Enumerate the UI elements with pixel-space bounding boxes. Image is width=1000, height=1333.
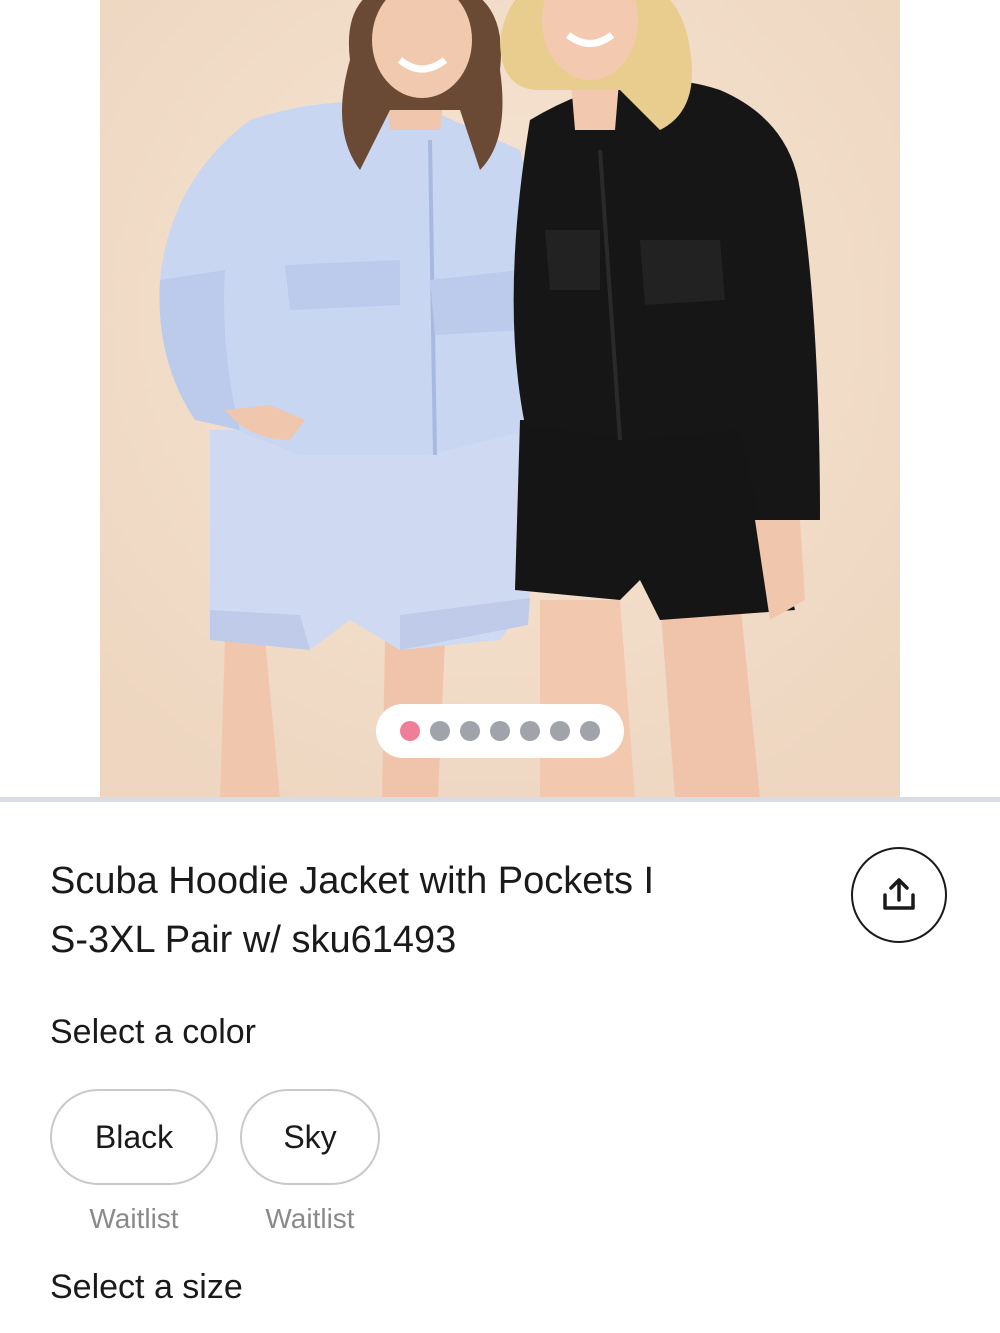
carousel-dot[interactable] [460,721,480,741]
color-option-sky[interactable]: Sky [240,1089,380,1185]
size-selector-label: Select a size [50,1268,243,1306]
product-title-line-2: S-3XL Pair w/ sku61493 [50,919,457,961]
carousel-dot[interactable] [490,721,510,741]
share-button[interactable] [851,847,947,943]
product-title-line-1: Scuba Hoodie Jacket with Pockets I [50,860,655,902]
color-selector-label: Select a color [50,1013,256,1051]
product-gallery[interactable] [0,0,1000,798]
product-photo-illustration [100,0,900,798]
carousel-dot[interactable] [550,721,570,741]
section-divider [0,797,1000,802]
carousel-dot[interactable] [580,721,600,741]
color-option-sky-status: Waitlist [265,1203,355,1234]
carousel-dot[interactable] [430,721,450,741]
share-upload-icon [883,878,915,910]
carousel-dot-active[interactable] [400,721,420,741]
color-option-black-status: Waitlist [89,1203,179,1234]
carousel-dot[interactable] [520,721,540,741]
product-image[interactable] [100,0,900,798]
product-title: Scuba Hoodie Jacket with Pockets I S-3XL… [50,852,750,970]
color-option-black[interactable]: Black [50,1089,218,1185]
carousel-indicator [376,704,624,758]
